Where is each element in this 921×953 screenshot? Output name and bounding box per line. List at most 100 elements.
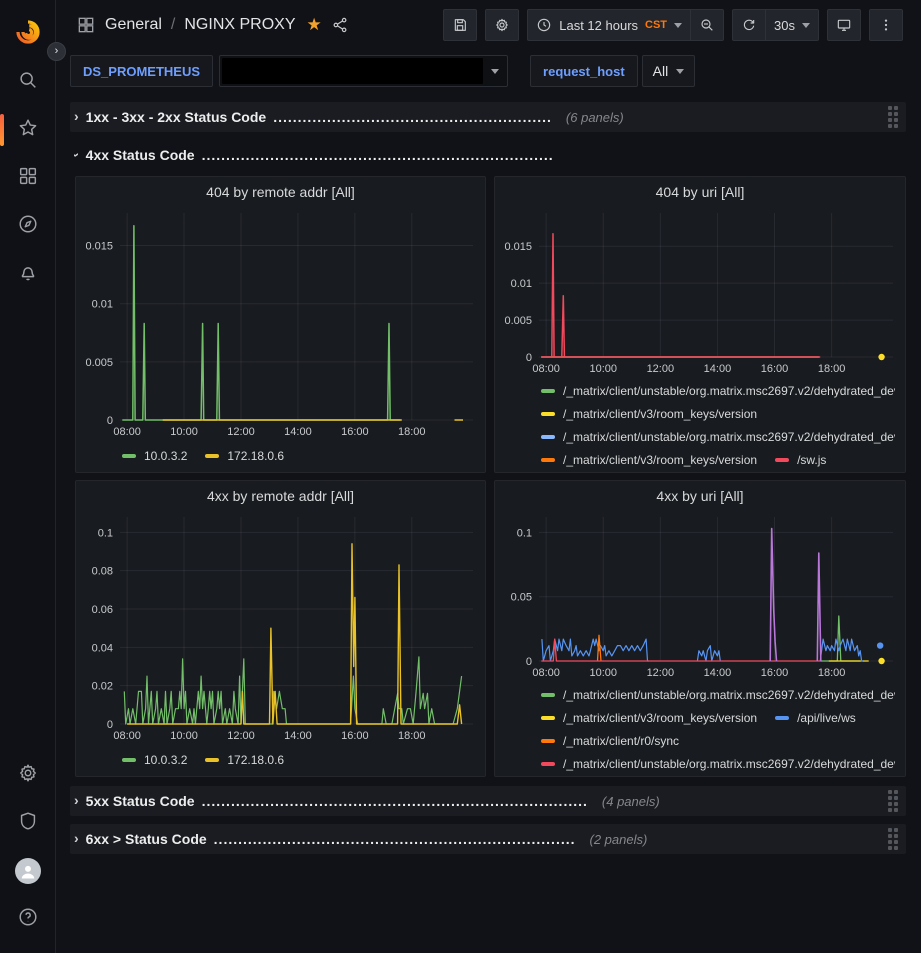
svg-text:18:00: 18:00 [398, 426, 426, 438]
panel-title[interactable]: 4xx by remote addr [All] [76, 481, 485, 511]
svg-text:0.015: 0.015 [504, 241, 532, 253]
legend-item[interactable]: 10.0.3.2 [122, 444, 187, 467]
zoom-out-button[interactable] [690, 9, 724, 41]
legend-series-color [775, 458, 789, 462]
panel-title[interactable]: 404 by remote addr [All] [76, 177, 485, 207]
row-toggle-6xx[interactable]: › 6xx > Status Code ....................… [74, 831, 576, 847]
user-avatar [15, 858, 41, 884]
legend-item[interactable]: /sw.js [775, 448, 826, 471]
row-panel-count: (6 panels) [566, 110, 624, 125]
breadcrumb-folder[interactable]: General [105, 16, 162, 34]
sidebar-item-help[interactable] [8, 899, 48, 939]
row-4xx: › 4xx Status Code ......................… [70, 140, 906, 170]
panel-title[interactable]: 404 by uri [All] [495, 177, 905, 207]
legend-item[interactable]: /_matrix/client/v3/room_keys/version [541, 706, 757, 729]
sidebar-item-dashboards[interactable] [8, 158, 48, 198]
breadcrumb: General / NGINX PROXY ★ [76, 15, 349, 35]
sidebar-item-home[interactable] [8, 14, 48, 54]
legend-series-color [541, 762, 555, 766]
share-icon[interactable] [331, 16, 349, 34]
chevron-right-icon: › [74, 831, 79, 846]
panel-legend: /_matrix/client/unstable/org.matrix.msc2… [495, 681, 905, 776]
legend-item[interactable]: /_matrix/client/v3/room_keys/version [541, 448, 757, 471]
variable-select-request-host[interactable]: All [642, 55, 696, 87]
legend-series-label: /_matrix/client/unstable/org.matrix.msc2… [563, 384, 895, 398]
redacted-value [222, 58, 483, 84]
apps-icon [76, 15, 96, 35]
variables-bar: DS_PROMETHEUS request_host All [56, 50, 921, 92]
svg-text:14:00: 14:00 [704, 363, 732, 375]
svg-text:16:00: 16:00 [761, 667, 789, 679]
row-drag-handle[interactable] [888, 106, 898, 128]
sidebar-expand-button[interactable]: › [47, 42, 66, 61]
sidebar-item-starred[interactable] [8, 110, 48, 150]
panel-legend: /_matrix/client/unstable/org.matrix.msc2… [495, 377, 905, 472]
legend-item[interactable]: /api/live/ws [775, 706, 856, 729]
row-drag-handle[interactable] [888, 828, 898, 850]
svg-text:08:00: 08:00 [532, 667, 560, 679]
sidebar-item-profile[interactable] [8, 851, 48, 891]
sidebar-item-configuration[interactable] [8, 755, 48, 795]
svg-text:0.02: 0.02 [92, 681, 113, 693]
dashboard-canvas: › 1xx - 3xx - 2xx Status Code ..........… [56, 92, 921, 953]
svg-text:12:00: 12:00 [227, 426, 255, 438]
row-drag-handle[interactable] [888, 790, 898, 812]
svg-text:0.1: 0.1 [98, 527, 113, 539]
dashboard-settings-button[interactable] [485, 9, 519, 41]
legend-item[interactable]: /_matrix/client/unstable/org.matrix.msc2… [541, 379, 895, 402]
svg-text:0.08: 0.08 [92, 566, 113, 578]
sidebar-item-server-admin[interactable] [8, 803, 48, 843]
legend-item[interactable]: 172.18.0.6 [205, 748, 284, 771]
panel-title[interactable]: 4xx by uri [All] [495, 481, 905, 511]
svg-text:0: 0 [107, 719, 113, 731]
legend-item[interactable]: /_matrix/client/unstable/org.matrix.msc2… [541, 752, 895, 775]
legend-item[interactable]: 172.18.0.6 [205, 444, 284, 467]
timeseries-chart[interactable]: 00.0050.010.01508:0010:0012:0014:0016:00… [76, 207, 485, 442]
legend-series-color [775, 716, 789, 720]
timeseries-chart[interactable]: 00.0050.010.01508:0010:0012:0014:0016:00… [495, 207, 905, 377]
save-dashboard-button[interactable] [443, 9, 477, 41]
svg-text:0.05: 0.05 [511, 592, 532, 604]
legend-item[interactable]: /_matrix/client/r0/sync [541, 729, 679, 752]
refresh-interval-picker[interactable]: 30s [765, 9, 819, 41]
timeseries-chart[interactable]: 00.020.040.060.080.108:0010:0012:0014:00… [76, 511, 485, 746]
svg-text:14:00: 14:00 [284, 730, 312, 742]
legend-series-label: 10.0.3.2 [144, 449, 187, 463]
refresh-controls: 30s [732, 9, 819, 41]
sidebar-item-search[interactable] [8, 62, 48, 102]
row-title-text: 4xx Status Code [86, 147, 195, 163]
row-1xx-3xx-2xx: › 1xx - 3xx - 2xx Status Code ..........… [70, 102, 906, 132]
svg-text:10:00: 10:00 [170, 730, 198, 742]
dashboard-header: General / NGINX PROXY ★ [56, 0, 921, 50]
kiosk-mode-button[interactable] [827, 9, 861, 41]
sidebar-item-alerting[interactable] [8, 254, 48, 294]
row-toggle-5xx[interactable]: › 5xx Status Code ......................… [74, 793, 588, 809]
svg-text:10:00: 10:00 [589, 667, 617, 679]
svg-text:0.015: 0.015 [85, 241, 113, 253]
save-icon [452, 17, 468, 33]
star-filled-icon[interactable]: ★ [307, 15, 322, 35]
refresh-button[interactable] [732, 9, 765, 41]
request-host-value: All [653, 63, 669, 79]
svg-text:16:00: 16:00 [341, 730, 369, 742]
row-title-dots: ........................................… [273, 109, 552, 125]
svg-text:0: 0 [526, 352, 532, 364]
row-toggle-1xx[interactable]: › 1xx - 3xx - 2xx Status Code ..........… [74, 109, 552, 125]
legend-series-label: /_matrix/client/unstable/org.matrix.msc2… [563, 688, 895, 702]
legend-item[interactable]: /_matrix/client/v3/room_keys/version [541, 402, 757, 425]
time-range-picker[interactable]: Last 12 hours CST [527, 9, 690, 41]
variable-select-ds-prometheus[interactable] [219, 55, 508, 87]
legend-item[interactable]: /_matrix/client/unstable/org.matrix.msc2… [541, 683, 895, 706]
clock-icon [536, 17, 552, 33]
more-options-button[interactable] [869, 9, 903, 41]
svg-text:18:00: 18:00 [818, 667, 846, 679]
legend-item[interactable]: 10.0.3.2 [122, 748, 187, 771]
legend-item[interactable]: /_matrix/client/unstable/org.matrix.msc2… [541, 425, 895, 448]
timeseries-chart[interactable]: 00.050.108:0010:0012:0014:0016:0018:00 [495, 511, 905, 681]
sidebar-item-explore[interactable] [8, 206, 48, 246]
row-toggle-4xx[interactable]: › 4xx Status Code ......................… [74, 147, 554, 163]
legend-series-label: /_matrix/client/unstable/org.matrix.msc2… [563, 430, 895, 444]
legend-series-color [122, 454, 136, 458]
chevron-down-icon: › [74, 153, 84, 158]
svg-text:18:00: 18:00 [818, 363, 846, 375]
